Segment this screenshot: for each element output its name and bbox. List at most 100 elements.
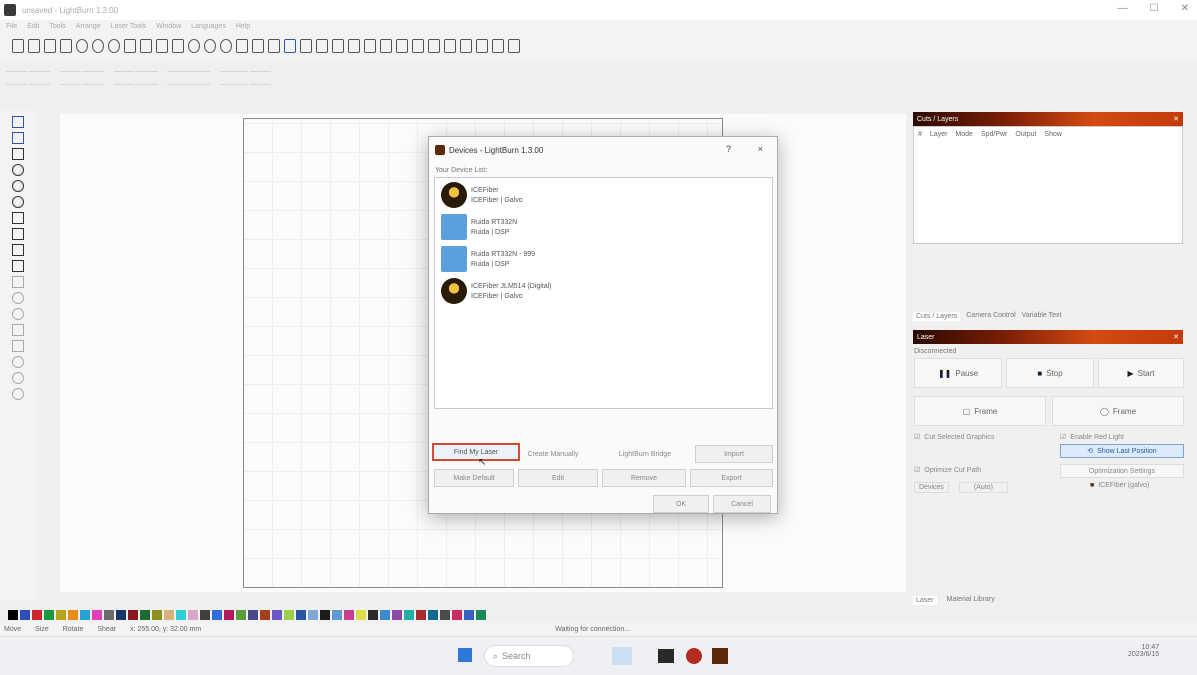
palette-swatch[interactable]	[296, 610, 306, 620]
start-button[interactable]: ▶ Start	[1098, 358, 1184, 388]
align-left-icon[interactable]	[316, 39, 328, 53]
device-item[interactable]: ICEFiber JLM514 (Digital) ICEFiber | Gal…	[435, 274, 772, 306]
ok-button[interactable]: OK	[653, 495, 709, 513]
cuts-panel-close-icon[interactable]: ✕	[1173, 115, 1179, 123]
ungroup-icon[interactable]	[460, 39, 472, 53]
dialog-close-icon[interactable]: ×	[758, 144, 763, 154]
text-options[interactable]: ———— ——— ———— ———	[220, 68, 271, 94]
star-icon[interactable]	[300, 39, 312, 53]
flip-h-icon[interactable]	[476, 39, 488, 53]
palette-swatch[interactable]	[116, 610, 126, 620]
device-item[interactable]: Ruida RT332N - 999 Ruida | DSP	[435, 242, 772, 274]
palette-swatch[interactable]	[200, 610, 210, 620]
palette-swatch[interactable]	[344, 610, 354, 620]
menu-languages[interactable]: Languages	[191, 23, 226, 30]
break-apart-icon[interactable]	[12, 372, 24, 384]
menu-help[interactable]: Help	[236, 23, 250, 30]
menu-laser-tools[interactable]: Laser Tools	[111, 23, 147, 30]
minimize-icon[interactable]: —	[1118, 3, 1128, 14]
palette-swatch[interactable]	[308, 610, 318, 620]
tab-laser[interactable]: Laser	[913, 596, 937, 605]
zoom-out-icon[interactable]	[92, 39, 104, 53]
devices-button[interactable]: Devices	[914, 482, 949, 493]
palette-swatch[interactable]	[92, 610, 102, 620]
show-last-position-button[interactable]: ⟲ Show Last Position	[1060, 444, 1184, 458]
grid-icon[interactable]	[252, 39, 264, 53]
palette-swatch[interactable]	[212, 610, 222, 620]
palette-swatch[interactable]	[68, 610, 78, 620]
menu-tools[interactable]: Tools	[49, 23, 65, 30]
boolean-union-icon[interactable]	[12, 308, 24, 320]
close-path-icon[interactable]	[12, 388, 24, 400]
trace-icon[interactable]	[220, 39, 232, 53]
rotate-fields[interactable]: ——— ——— ——— ———	[114, 68, 158, 94]
palette-swatch[interactable]	[404, 610, 414, 620]
taskbar-app-explorer-icon[interactable]	[658, 649, 674, 663]
enable-red-light-checkbox[interactable]: ☑ Enable Red Light	[1060, 433, 1124, 442]
palette-swatch[interactable]	[176, 610, 186, 620]
ellipse-tool-icon[interactable]	[12, 164, 24, 176]
open-file-icon[interactable]	[28, 39, 40, 53]
optimization-settings-button[interactable]: Optimization Settings	[1060, 464, 1184, 478]
import-icon[interactable]	[44, 39, 56, 53]
palette-swatch[interactable]	[320, 610, 330, 620]
palette-swatch[interactable]	[224, 610, 234, 620]
device-list[interactable]: ICEFiber ICEFiber | Galvo Ruida RT332N R…	[434, 177, 773, 409]
print-icon[interactable]	[156, 39, 168, 53]
help-icon[interactable]: ?	[726, 144, 731, 154]
taskbar-app-lightburn-icon[interactable]	[712, 648, 728, 664]
distribute-h-icon[interactable]	[412, 39, 424, 53]
palette-swatch[interactable]	[104, 610, 114, 620]
align-right-icon[interactable]	[348, 39, 360, 53]
maximize-icon[interactable]: ☐	[1150, 3, 1159, 14]
palette-swatch[interactable]	[128, 610, 138, 620]
palette-swatch[interactable]	[452, 610, 462, 620]
status-shear[interactable]: Shear	[97, 626, 116, 633]
taskbar-app-chrome-icon[interactable]	[686, 648, 702, 664]
make-default-button[interactable]: Make Default	[434, 469, 514, 487]
device-selector[interactable]: ■ ICEFiber (galvo)	[1090, 482, 1149, 489]
status-size[interactable]: Size	[35, 626, 49, 633]
palette-swatch[interactable]	[380, 610, 390, 620]
edit-nodes-icon[interactable]	[12, 132, 24, 144]
tab-material-library[interactable]: Material Library	[947, 596, 995, 605]
pen-tool-icon[interactable]	[12, 260, 24, 272]
status-rotate[interactable]: Rotate	[63, 626, 84, 633]
palette-swatch[interactable]	[8, 610, 18, 620]
node-edit-icon[interactable]	[204, 39, 216, 53]
windows-start-icon[interactable]	[458, 648, 472, 662]
move-icon[interactable]	[172, 39, 184, 53]
lightburn-bridge-button[interactable]: LightBurn Bridge	[597, 445, 693, 463]
cancel-button[interactable]: Cancel	[713, 495, 771, 513]
stop-button[interactable]: ■ Stop	[1006, 358, 1094, 388]
measure-tool-icon[interactable]	[12, 228, 24, 240]
font-fields[interactable]: —————— ——————	[168, 68, 210, 94]
circular-array-icon[interactable]	[12, 356, 24, 368]
palette-swatch[interactable]	[368, 610, 378, 620]
zoom-fit-icon[interactable]	[108, 39, 120, 53]
draw-lines-icon[interactable]	[12, 244, 24, 256]
flip-v-icon[interactable]	[492, 39, 504, 53]
group-icon[interactable]	[444, 39, 456, 53]
tools-icon[interactable]	[284, 39, 296, 53]
align-center-icon[interactable]	[332, 39, 344, 53]
remove-button[interactable]: Remove	[602, 469, 686, 487]
palette-swatch[interactable]	[464, 610, 474, 620]
polygon-tool-icon[interactable]	[12, 180, 24, 192]
taskbar-app-widgets-icon[interactable]	[612, 647, 632, 665]
position-laser-icon[interactable]	[12, 212, 24, 224]
frame-round-button[interactable]: ◯ Frame	[1052, 396, 1184, 426]
cut-selected-checkbox[interactable]: ☑ Cut Selected Graphics	[914, 433, 994, 442]
device-item[interactable]: ICEFiber ICEFiber | Galvo	[435, 178, 772, 210]
save-icon[interactable]	[60, 39, 72, 53]
optimize-cut-path-checkbox[interactable]: ☑ Optimize Cut Path	[914, 466, 981, 475]
close-window-icon[interactable]: ✕	[1181, 3, 1189, 14]
palette-swatch[interactable]	[188, 610, 198, 620]
laser-panel-close-icon[interactable]: ✕	[1173, 333, 1179, 341]
select-tool-icon[interactable]	[12, 116, 24, 128]
palette-swatch[interactable]	[392, 610, 402, 620]
dock-icon[interactable]	[508, 39, 520, 53]
cuts-layers-table[interactable]: # Layer Mode Spd/Pwr Output Show	[913, 126, 1183, 244]
align-middle-icon[interactable]	[380, 39, 392, 53]
array-icon[interactable]	[12, 340, 24, 352]
